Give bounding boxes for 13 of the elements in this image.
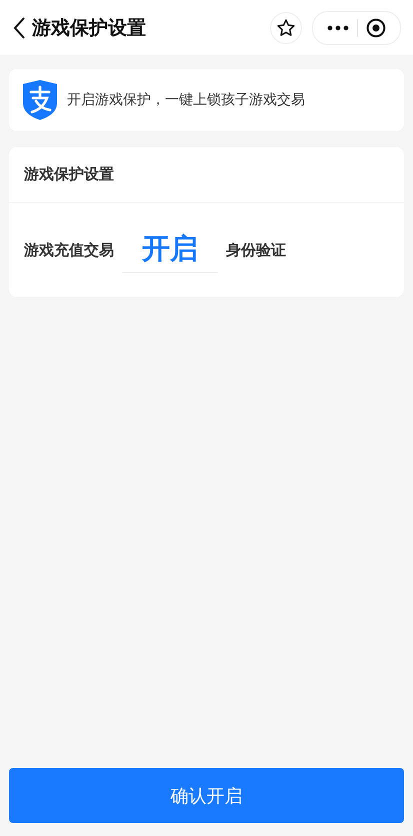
page-title: 游戏保护设置 [32,16,146,40]
banner-text: 开启游戏保护，一键上锁孩子游戏交易 [67,91,305,109]
shield-icon [21,79,59,121]
back-icon[interactable] [12,16,26,40]
setting-label: 游戏充值交易 [24,240,114,260]
more-icon [327,24,349,30]
section-title: 游戏保护设置 [24,165,114,184]
picker-field[interactable]: 开启 [122,228,218,272]
confirm-button[interactable]: 确认开启 [9,768,404,823]
favorite-button[interactable] [270,12,302,44]
setting-label: 身份验证 [226,240,286,260]
star-icon [276,18,296,38]
target-icon [366,18,386,38]
